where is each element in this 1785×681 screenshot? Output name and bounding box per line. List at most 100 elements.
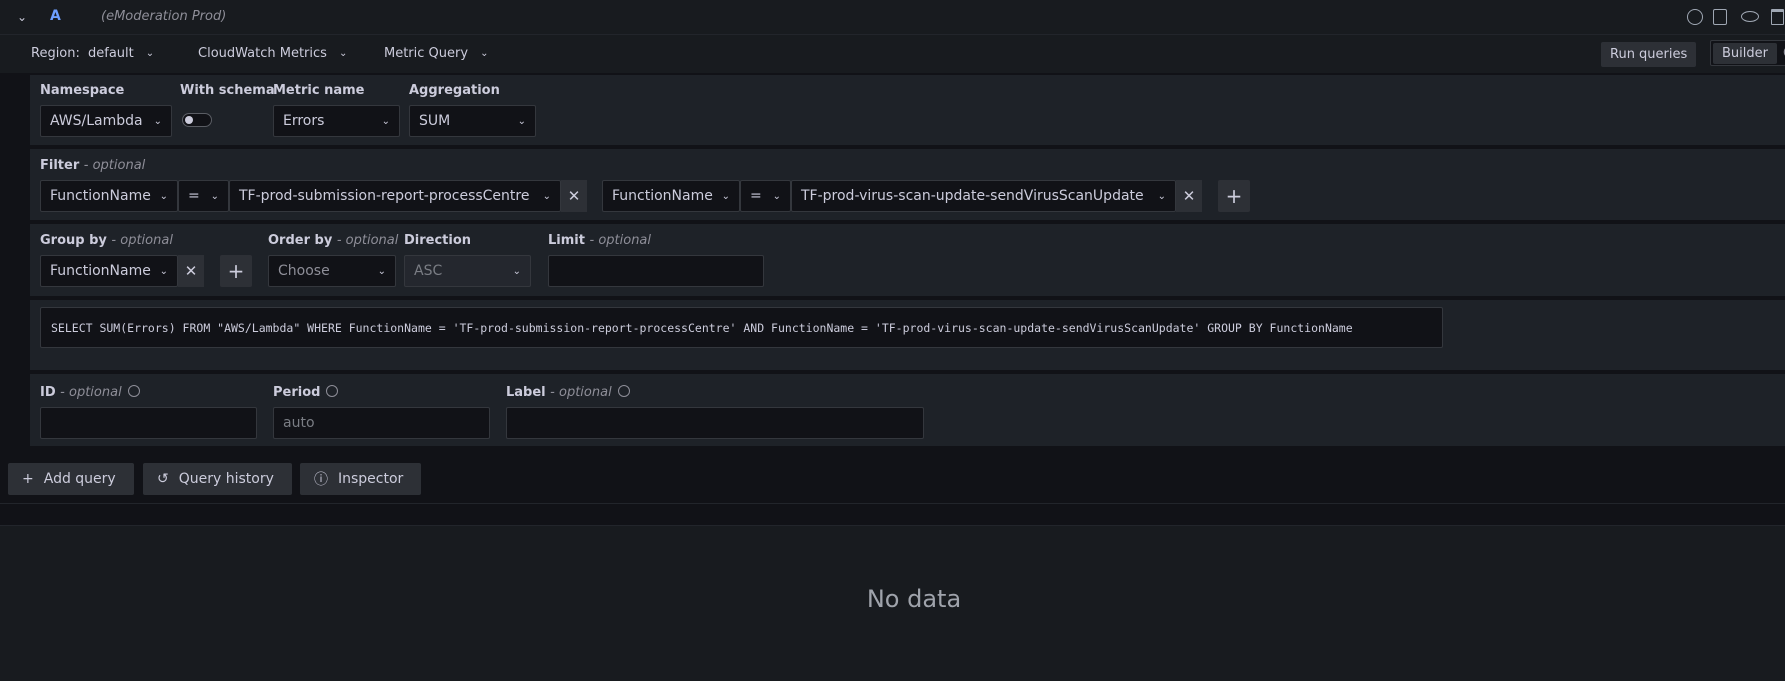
period-placeholder: auto	[283, 415, 315, 431]
order-by-placeholder: Choose	[278, 263, 330, 279]
builder-mode-button[interactable]: Builder	[1713, 42, 1777, 64]
namespace-label: Namespace	[40, 83, 125, 98]
info-icon: ⓘ	[314, 472, 328, 488]
editor-mode-toggle: Builder C	[1710, 40, 1785, 66]
chevron-down-icon: ⌄	[512, 265, 521, 277]
inspector-label: Inspector	[338, 471, 404, 487]
pane-divider[interactable]	[0, 503, 1785, 525]
filter-operator-value: =	[750, 188, 762, 204]
run-queries-button[interactable]: Run queries	[1601, 42, 1697, 67]
chevron-down-icon: ⌄	[772, 190, 781, 202]
aggregation-select[interactable]: SUM ⌄	[409, 105, 536, 137]
plus-icon: +	[1225, 184, 1243, 208]
query-mode-value: Metric Query	[384, 46, 469, 61]
remove-group-button[interactable]: ✕	[178, 255, 204, 287]
with-schema-label: With schema	[180, 83, 275, 98]
collapse-chevron-icon[interactable]: ⌄	[17, 10, 27, 24]
filter-operator-select[interactable]: = ⌄	[178, 180, 229, 212]
order-by-select[interactable]: Choose ⌄	[268, 255, 396, 287]
info-icon[interactable]	[326, 385, 339, 397]
no-data-message: No data	[866, 585, 962, 613]
limit-label: Limit - optional	[548, 233, 652, 248]
filter-operator-value: =	[188, 188, 200, 204]
query-mode-select[interactable]: Metric Query ⌄	[384, 46, 488, 61]
query-ref-id[interactable]: A	[50, 8, 61, 24]
add-query-button[interactable]: + Add query	[8, 463, 134, 495]
group-by-select[interactable]: FunctionName ⌄	[40, 255, 178, 287]
namespace-select[interactable]: AWS/Lambda ⌄	[40, 105, 172, 137]
metric-name-select[interactable]: Errors ⌄	[273, 105, 400, 137]
metric-name-label: Metric name	[273, 83, 365, 98]
group-by-value: FunctionName	[50, 263, 151, 279]
filter-key-select[interactable]: FunctionName ⌄	[40, 180, 178, 212]
direction-label: Direction	[404, 233, 472, 248]
chevron-down-icon: ⌄	[159, 190, 168, 202]
add-filter-button[interactable]: +	[1218, 180, 1250, 212]
add-query-label: Add query	[43, 471, 116, 487]
filter-value-select[interactable]: TF-prod-submission-report-processCentre …	[229, 180, 561, 212]
chevron-down-icon: ⌄	[542, 190, 551, 202]
filter-key-value: FunctionName	[612, 188, 713, 204]
chevron-down-icon: ⌄	[1157, 190, 1166, 202]
region-label: Region:	[31, 46, 80, 61]
inspector-button[interactable]: ⓘ Inspector	[300, 463, 421, 495]
filter-label: Filter - optional	[40, 158, 146, 173]
service-value: CloudWatch Metrics	[198, 46, 327, 61]
filter-operator-select[interactable]: = ⌄	[740, 180, 791, 212]
id-label: ID - optional	[40, 385, 140, 400]
close-icon: ✕	[184, 262, 198, 280]
plus-icon: +	[227, 259, 245, 283]
trash-icon[interactable]	[1771, 9, 1784, 25]
eye-icon[interactable]	[1741, 11, 1759, 22]
aggregation-value: SUM	[419, 113, 451, 129]
service-select[interactable]: CloudWatch Metrics ⌄	[198, 46, 347, 61]
sql-preview: SELECT SUM(Errors) FROM "AWS/Lambda" WHE…	[40, 307, 1443, 348]
with-schema-toggle[interactable]	[182, 113, 212, 127]
filter-value: TF-prod-submission-report-processCentre	[239, 188, 530, 204]
chevron-down-icon: ⌄	[145, 48, 155, 59]
period-label: Period	[273, 385, 339, 400]
duplicate-icon[interactable]	[1713, 9, 1727, 25]
chevron-down-icon: ⌄	[721, 190, 730, 202]
remove-filter-button[interactable]: ✕	[561, 180, 587, 212]
limit-input[interactable]	[548, 255, 764, 287]
order-by-label: Order by - optional	[268, 233, 399, 248]
direction-select[interactable]: ASC ⌄	[404, 255, 531, 287]
chevron-down-icon: ⌄	[338, 48, 348, 59]
label-label: Label - optional	[506, 385, 630, 400]
filter-key-value: FunctionName	[50, 188, 151, 204]
filter-value-select[interactable]: TF-prod-virus-scan-update-sendVirusScanU…	[791, 180, 1176, 212]
chevron-down-icon: ⌄	[159, 265, 168, 277]
id-input[interactable]	[40, 407, 257, 439]
chevron-down-icon: ⌄	[517, 115, 526, 127]
chevron-down-icon: ⌄	[480, 48, 489, 59]
region-value: default	[88, 46, 134, 61]
close-icon: ✕	[1182, 187, 1196, 205]
close-icon: ✕	[567, 187, 581, 205]
history-icon: ↺	[157, 471, 169, 487]
plus-icon: +	[22, 471, 34, 487]
filter-key-select[interactable]: FunctionName ⌄	[602, 180, 740, 212]
label-input[interactable]	[506, 407, 924, 439]
query-history-label: Query history	[178, 471, 274, 487]
direction-value: ASC	[414, 263, 443, 279]
info-icon[interactable]	[617, 385, 630, 397]
add-group-button[interactable]: +	[220, 255, 252, 287]
query-header: ⌄ A (eModeration Prod)	[0, 0, 1785, 35]
filter-value: TF-prod-virus-scan-update-sendVirusScanU…	[801, 188, 1144, 204]
namespace-value: AWS/Lambda	[50, 113, 143, 129]
aggregation-label: Aggregation	[409, 83, 500, 98]
query-options-row: Region: default ⌄ CloudWatch Metrics ⌄ M…	[0, 35, 1785, 73]
period-input[interactable]: auto	[273, 407, 490, 439]
help-icon[interactable]	[1687, 9, 1703, 25]
remove-filter-button[interactable]: ✕	[1176, 180, 1202, 212]
metric-name-value: Errors	[283, 113, 325, 129]
query-history-button[interactable]: ↺ Query history	[143, 463, 292, 495]
region-select[interactable]: default ⌄	[88, 46, 154, 61]
chevron-down-icon: ⌄	[381, 115, 390, 127]
info-icon[interactable]	[127, 385, 140, 397]
group-by-label: Group by - optional	[40, 233, 173, 248]
chevron-down-icon: ⌄	[377, 265, 386, 277]
chevron-down-icon: ⌄	[210, 190, 219, 202]
chevron-down-icon: ⌄	[153, 115, 162, 127]
